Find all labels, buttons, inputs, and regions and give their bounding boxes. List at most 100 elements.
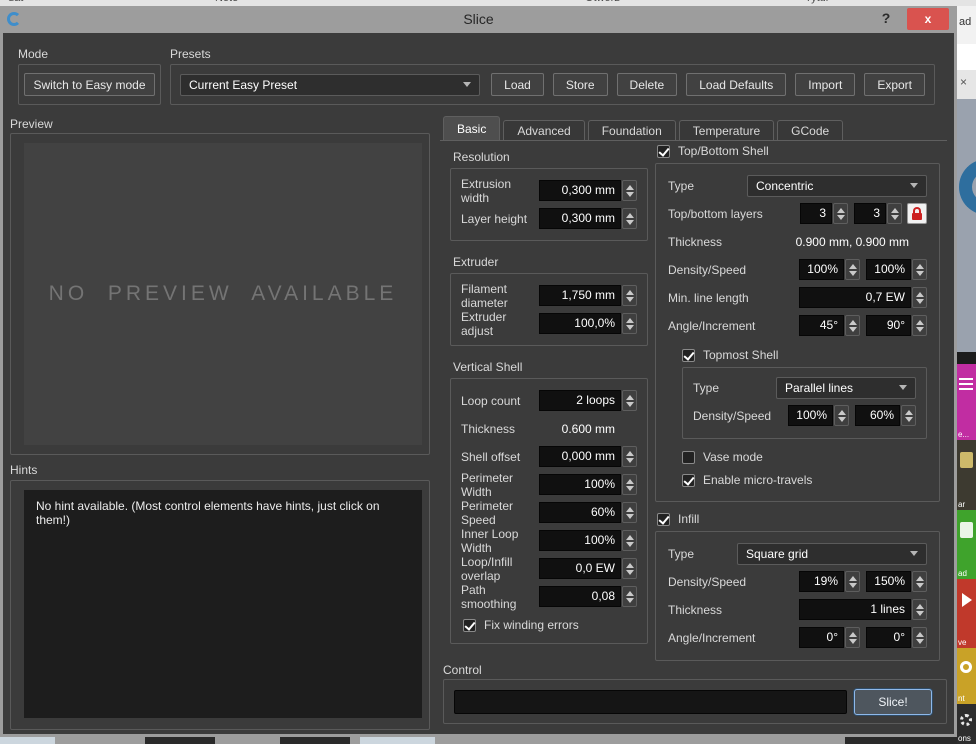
spin-down-icon[interactable] xyxy=(916,299,924,304)
bg-toolbar-button[interactable]: ve xyxy=(957,579,976,648)
spin-down-icon[interactable] xyxy=(626,514,634,519)
spin-down-icon[interactable] xyxy=(626,297,634,302)
spin-up-icon[interactable] xyxy=(626,563,634,568)
tbs-speed-spinbox[interactable]: 100% xyxy=(866,259,927,280)
spin-up-icon[interactable] xyxy=(626,535,634,540)
filament-diameter-spinbox[interactable]: 1,750 mm xyxy=(539,285,637,306)
spin-up-icon[interactable] xyxy=(849,264,857,269)
spin-down-icon[interactable] xyxy=(916,639,924,644)
spin-up-icon[interactable] xyxy=(626,290,634,295)
spin-buttons[interactable] xyxy=(622,474,637,495)
spin-buttons[interactable] xyxy=(912,599,927,620)
tab-basic[interactable]: Basic xyxy=(443,116,500,141)
layer-height-spinbox[interactable]: 0,300 mm xyxy=(539,208,637,229)
spin-up-icon[interactable] xyxy=(626,451,634,456)
vase-mode-checkbox[interactable] xyxy=(682,451,695,464)
spin-up-icon[interactable] xyxy=(626,318,634,323)
spin-up-icon[interactable] xyxy=(916,604,924,609)
spin-buttons[interactable] xyxy=(622,586,637,607)
spin-value[interactable]: 2 loops xyxy=(539,390,621,411)
spin-up-icon[interactable] xyxy=(626,591,634,596)
spin-down-icon[interactable] xyxy=(626,542,634,547)
spin-buttons[interactable] xyxy=(845,259,860,280)
spin-up-icon[interactable] xyxy=(626,479,634,484)
spin-buttons[interactable] xyxy=(845,571,860,592)
spin-up-icon[interactable] xyxy=(626,507,634,512)
spin-up-icon[interactable] xyxy=(849,320,857,325)
bottom-layers-spinbox[interactable]: 3 xyxy=(854,203,902,224)
slice-button[interactable]: Slice! xyxy=(854,689,932,715)
infill-thickness-spinbox[interactable]: 1 lines xyxy=(799,599,927,620)
spin-value[interactable]: 0,08 xyxy=(539,586,621,607)
spin-value[interactable]: 0° xyxy=(866,627,911,648)
export-button[interactable]: Export xyxy=(864,73,925,96)
spin-up-icon[interactable] xyxy=(849,632,857,637)
tab-advanced[interactable]: Advanced xyxy=(503,120,584,141)
spin-down-icon[interactable] xyxy=(837,215,845,220)
spin-down-icon[interactable] xyxy=(626,570,634,575)
spin-down-icon[interactable] xyxy=(849,327,857,332)
extrusion-width-spinbox[interactable]: 0,300 mm xyxy=(539,180,637,201)
spin-value[interactable]: 1,750 mm xyxy=(539,285,621,306)
spin-value[interactable]: 3 xyxy=(800,203,832,224)
spin-buttons[interactable] xyxy=(622,530,637,551)
spin-value[interactable]: 150% xyxy=(866,571,911,592)
spin-down-icon[interactable] xyxy=(905,417,913,422)
bg-toolbar-button[interactable]: e... xyxy=(957,364,976,440)
spin-buttons[interactable] xyxy=(622,446,637,467)
infill-type-select[interactable]: Square grid xyxy=(737,543,927,565)
lock-layers-button[interactable] xyxy=(907,203,927,224)
spin-value[interactable]: 0,300 mm xyxy=(539,208,621,229)
spin-down-icon[interactable] xyxy=(891,215,899,220)
spin-value[interactable]: 100% xyxy=(539,530,621,551)
fix-winding-errors-checkbox[interactable] xyxy=(463,619,476,632)
spin-down-icon[interactable] xyxy=(849,639,857,644)
switch-easy-mode-button[interactable]: Switch to Easy mode xyxy=(24,73,155,96)
spin-down-icon[interactable] xyxy=(626,220,634,225)
topmost-density-spinbox[interactable]: 100% xyxy=(788,405,849,426)
infill-increment-spinbox[interactable]: 0° xyxy=(866,627,927,648)
spin-value[interactable]: 100% xyxy=(788,405,833,426)
spin-value[interactable]: 0,300 mm xyxy=(539,180,621,201)
loop-count-spinbox[interactable]: 2 loops xyxy=(539,390,637,411)
spin-buttons[interactable] xyxy=(912,259,927,280)
spin-buttons[interactable] xyxy=(622,558,637,579)
preset-select[interactable]: Current Easy Preset xyxy=(180,74,480,96)
spin-up-icon[interactable] xyxy=(905,410,913,415)
spin-down-icon[interactable] xyxy=(626,192,634,197)
spin-down-icon[interactable] xyxy=(626,486,634,491)
top-layers-spinbox[interactable]: 3 xyxy=(800,203,848,224)
spin-down-icon[interactable] xyxy=(916,611,924,616)
spin-down-icon[interactable] xyxy=(626,325,634,330)
spin-value[interactable]: 60% xyxy=(539,502,621,523)
spin-value[interactable]: 45° xyxy=(799,315,844,336)
micro-travels-checkbox[interactable] xyxy=(682,474,695,487)
spin-buttons[interactable] xyxy=(912,571,927,592)
spin-value[interactable]: 100% xyxy=(539,474,621,495)
topmost-speed-spinbox[interactable]: 60% xyxy=(855,405,916,426)
store-button[interactable]: Store xyxy=(553,73,608,96)
top-bottom-shell-checkbox[interactable] xyxy=(657,145,670,158)
infill-density-spinbox[interactable]: 19% xyxy=(799,571,860,592)
tbs-density-spinbox[interactable]: 100% xyxy=(799,259,860,280)
spin-value[interactable]: 90° xyxy=(866,315,911,336)
spin-buttons[interactable] xyxy=(622,208,637,229)
tab-gcode[interactable]: GCode xyxy=(777,120,843,141)
spin-up-icon[interactable] xyxy=(891,208,899,213)
spin-buttons[interactable] xyxy=(845,315,860,336)
tbs-increment-spinbox[interactable]: 90° xyxy=(866,315,927,336)
bg-toolbar-button[interactable]: ar xyxy=(957,440,976,510)
min-line-length-spinbox[interactable]: 0,7 EW xyxy=(799,287,927,308)
bg-toolbar-button[interactable]: nt xyxy=(957,648,976,704)
loop-infill-overlap-spinbox[interactable]: 0,0 EW xyxy=(539,558,637,579)
spin-buttons[interactable] xyxy=(912,315,927,336)
spin-value[interactable]: 0,7 EW xyxy=(799,287,911,308)
spin-value[interactable]: 1 lines xyxy=(799,599,911,620)
spin-down-icon[interactable] xyxy=(916,583,924,588)
spin-down-icon[interactable] xyxy=(849,271,857,276)
spin-buttons[interactable] xyxy=(622,390,637,411)
spin-buttons[interactable] xyxy=(901,405,916,426)
tbs-angle-spinbox[interactable]: 45° xyxy=(799,315,860,336)
spin-buttons[interactable] xyxy=(887,203,902,224)
spin-value[interactable]: 19% xyxy=(799,571,844,592)
